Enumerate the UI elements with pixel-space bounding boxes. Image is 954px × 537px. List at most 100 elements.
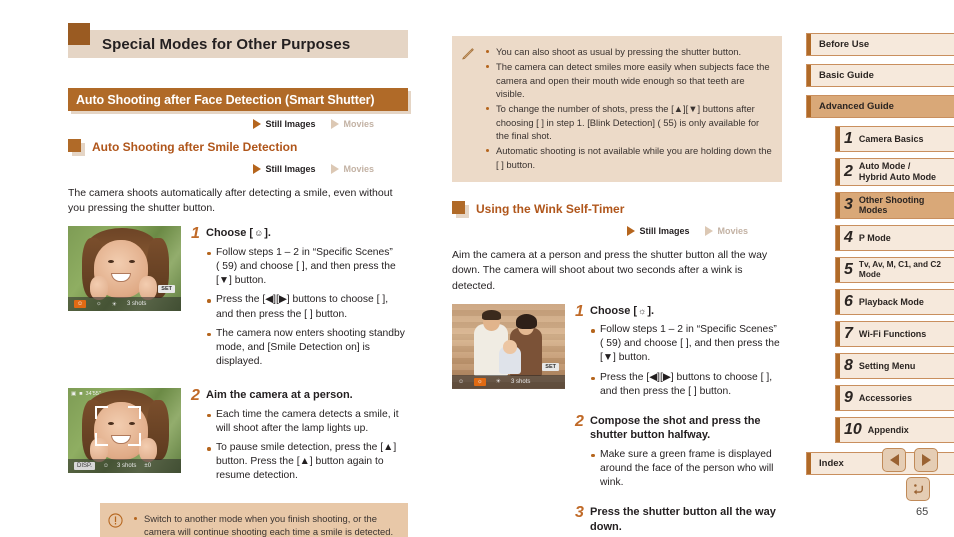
caution-item: Switch to another mode when you finish s…	[133, 512, 398, 537]
page-navigation-buttons	[882, 448, 938, 472]
still-images-label: Still Images	[265, 164, 316, 174]
note-item: The camera can detect smiles more easily…	[485, 60, 772, 100]
bullet-item: The camera now enters shooting standby m…	[206, 327, 408, 370]
next-page-button[interactable]	[914, 448, 938, 472]
step-bullets: Follow steps 1 – 2 in “Specific Scenes” …	[590, 323, 782, 399]
movies-tag: Movies	[705, 226, 748, 237]
manual-page: Special Modes for Other Purposes Auto Sh…	[0, 0, 954, 537]
step-number: 2	[575, 413, 584, 431]
bullet-item: Press the [◀][▶] buttons to choose [ ], …	[206, 293, 408, 321]
smile-screen-1: SET ☺ ☼ ☀ 3 shots	[68, 226, 181, 374]
nav-chapters-group: 1 Camera Basics 2 Auto Mode / Hybrid Aut…	[806, 126, 954, 444]
bullet-item: Follow steps 1 – 2 in “Specific Scenes” …	[206, 246, 408, 289]
camera-mode-bar: ☺ ☼ ☀ 3 shots	[452, 374, 565, 389]
wink-mode-icon: ☼	[96, 301, 102, 308]
sidebar-item-advanced-guide[interactable]: Advanced Guide	[806, 95, 954, 118]
step-title: Compose the shot and press the shutter b…	[590, 415, 761, 442]
caution-list: Switch to another mode when you finish s…	[133, 512, 398, 537]
facetimer-mode-icon: ☀	[495, 379, 502, 386]
af-frame-icon	[95, 406, 141, 447]
triangle-icon	[627, 226, 636, 237]
step-body: Choose [☼]. Follow steps 1 – 2 in “Speci…	[590, 304, 782, 404]
smile-heading-text: Auto Shooting after Smile Detection	[92, 140, 298, 154]
step-bullets: Make sure a green frame is displayed aro…	[590, 448, 782, 491]
nav-label: Advanced Guide	[819, 101, 894, 112]
step-body: Choose [☺]. Follow steps 1 – 2 in “Speci…	[206, 226, 408, 374]
sidebar-item-before-use[interactable]: Before Use	[806, 33, 954, 56]
chapter-number: 10	[844, 421, 862, 439]
sidebar-item-chapter-7[interactable]: 7 Wi-Fi Functions	[835, 321, 954, 348]
exposure-value: ±0	[144, 463, 152, 470]
chapter-label: P Mode	[858, 232, 891, 243]
previous-page-button[interactable]	[882, 448, 906, 472]
step-number: 3	[575, 504, 584, 522]
pencil-icon	[460, 45, 478, 173]
nav-label: Index	[819, 458, 844, 470]
still-images-label: Still Images	[265, 119, 316, 129]
step-title: Aim the camera at a person.	[206, 389, 353, 402]
note-item: To change the number of shots, press the…	[485, 102, 772, 142]
chapter-label: Auto Mode / Hybrid Auto Mode	[858, 161, 937, 182]
step-bullets: Each time the camera detects a smile, it…	[206, 408, 408, 484]
sidebar-navigation: Before Use Basic Guide Advanced Guide 1 …	[806, 33, 954, 476]
arrow-left-icon	[889, 454, 899, 466]
sidebar-item-chapter-9[interactable]: 9 Accessories	[835, 385, 954, 412]
sidebar-item-chapter-1[interactable]: 1 Camera Basics	[835, 126, 954, 152]
note-list: You can also shoot as usual by pressing …	[485, 45, 772, 173]
sidebar-item-chapter-5[interactable]: 5 Tv, Av, M, C1, and C2 Mode	[835, 257, 954, 284]
smile-step-1-row: SET ☺ ☼ ☀ 3 shots 1 Choose [☺]. Follow s…	[68, 226, 408, 374]
sidebar-item-chapter-2[interactable]: 2 Auto Mode / Hybrid Auto Mode	[835, 158, 954, 186]
step-item: 1 Choose [☺]. Follow steps 1 – 2 in “Spe…	[191, 226, 408, 374]
sidebar-item-chapter-10[interactable]: 10 Appendix	[835, 417, 954, 444]
chapter-number: 1	[844, 130, 853, 147]
smile-step-2-row: ▣ ■ 34'55" DISP. ☺ 3 shots ±0 2 Aim the …	[68, 387, 408, 488]
media-tags-wink: Still Images Movies	[452, 226, 782, 237]
shots-count: 3 shots	[127, 301, 147, 308]
sidebar-item-chapter-8[interactable]: 8 Setting Menu	[835, 353, 954, 380]
sidebar-item-chapter-6[interactable]: 6 Playback Mode	[835, 289, 954, 316]
chapter-number: 2	[844, 162, 853, 180]
chapter-title-text: Special Modes for Other Purposes	[102, 35, 351, 53]
camera-screen-mock: SET ☺ ☼ ☀ 3 shots	[452, 303, 565, 389]
chapter-label: Other Shooting Modes	[858, 194, 925, 216]
page-title: Special Modes for Other Purposes	[68, 23, 408, 58]
return-to-top-button[interactable]	[906, 477, 930, 501]
step-title-suffix: ].	[647, 304, 655, 317]
step-body: Aim the camera at a person. Each time th…	[206, 388, 408, 488]
movies-tag: Movies	[331, 164, 374, 174]
bullet-item: Make sure a green frame is displayed aro…	[590, 448, 782, 491]
section-header-text: Auto Shooting after Face Detection (Smar…	[76, 92, 375, 107]
chapter-number: 8	[844, 357, 853, 375]
smile-mode-icon: ☺	[458, 378, 465, 385]
step-title-suffix: ].	[264, 227, 271, 240]
still-images-tag: Still Images	[253, 119, 315, 129]
chapter-label: Setting Menu	[858, 360, 916, 371]
triangle-icon	[705, 226, 714, 237]
photo-element	[516, 313, 537, 329]
photo-element	[482, 309, 501, 320]
wink-selftimer-heading: Using the Wink Self-Timer	[452, 200, 782, 219]
section-header: Auto Shooting after Face Detection (Smar…	[68, 88, 408, 111]
smile-steps-2: 2 Aim the camera at a person. Each time …	[191, 387, 408, 488]
chapter-marker-icon	[68, 23, 90, 45]
sidebar-item-basic-guide[interactable]: Basic Guide	[806, 64, 954, 87]
chapter-number: 4	[844, 229, 853, 247]
sidebar-item-chapter-3[interactable]: 3 Other Shooting Modes	[835, 191, 954, 220]
bullet-item: Press the [◀][▶] buttons to choose [ ], …	[590, 371, 782, 399]
heading-marker-icon	[452, 201, 465, 215]
bullet-item: Follow steps 1 – 2 in “Specific Scenes” …	[590, 323, 782, 366]
step-body: Press the shutter button all the way dow…	[590, 505, 782, 537]
step-number: 2	[191, 387, 200, 405]
step-bullets: Follow steps 1 – 2 in “Specific Scenes” …	[206, 246, 408, 370]
note-box: You can also shoot as usual by pressing …	[452, 36, 782, 183]
still-images-label: Still Images	[639, 226, 690, 237]
wink-step-rows: SET ☺ ☼ ☀ 3 shots 1 Choose [☼]. Follow s…	[452, 303, 782, 537]
sidebar-item-chapter-4[interactable]: 4 P Mode	[835, 225, 954, 252]
triangle-icon	[253, 119, 262, 129]
smile-detection-heading: Auto Shooting after Smile Detection	[68, 138, 408, 156]
page-number: 65	[916, 506, 929, 518]
smile-shutter-icon: ☺	[254, 228, 264, 239]
shots-count: 3 shots	[117, 463, 137, 470]
facetimer-mode-icon: ☀	[111, 301, 118, 308]
movies-label: Movies	[717, 226, 748, 237]
